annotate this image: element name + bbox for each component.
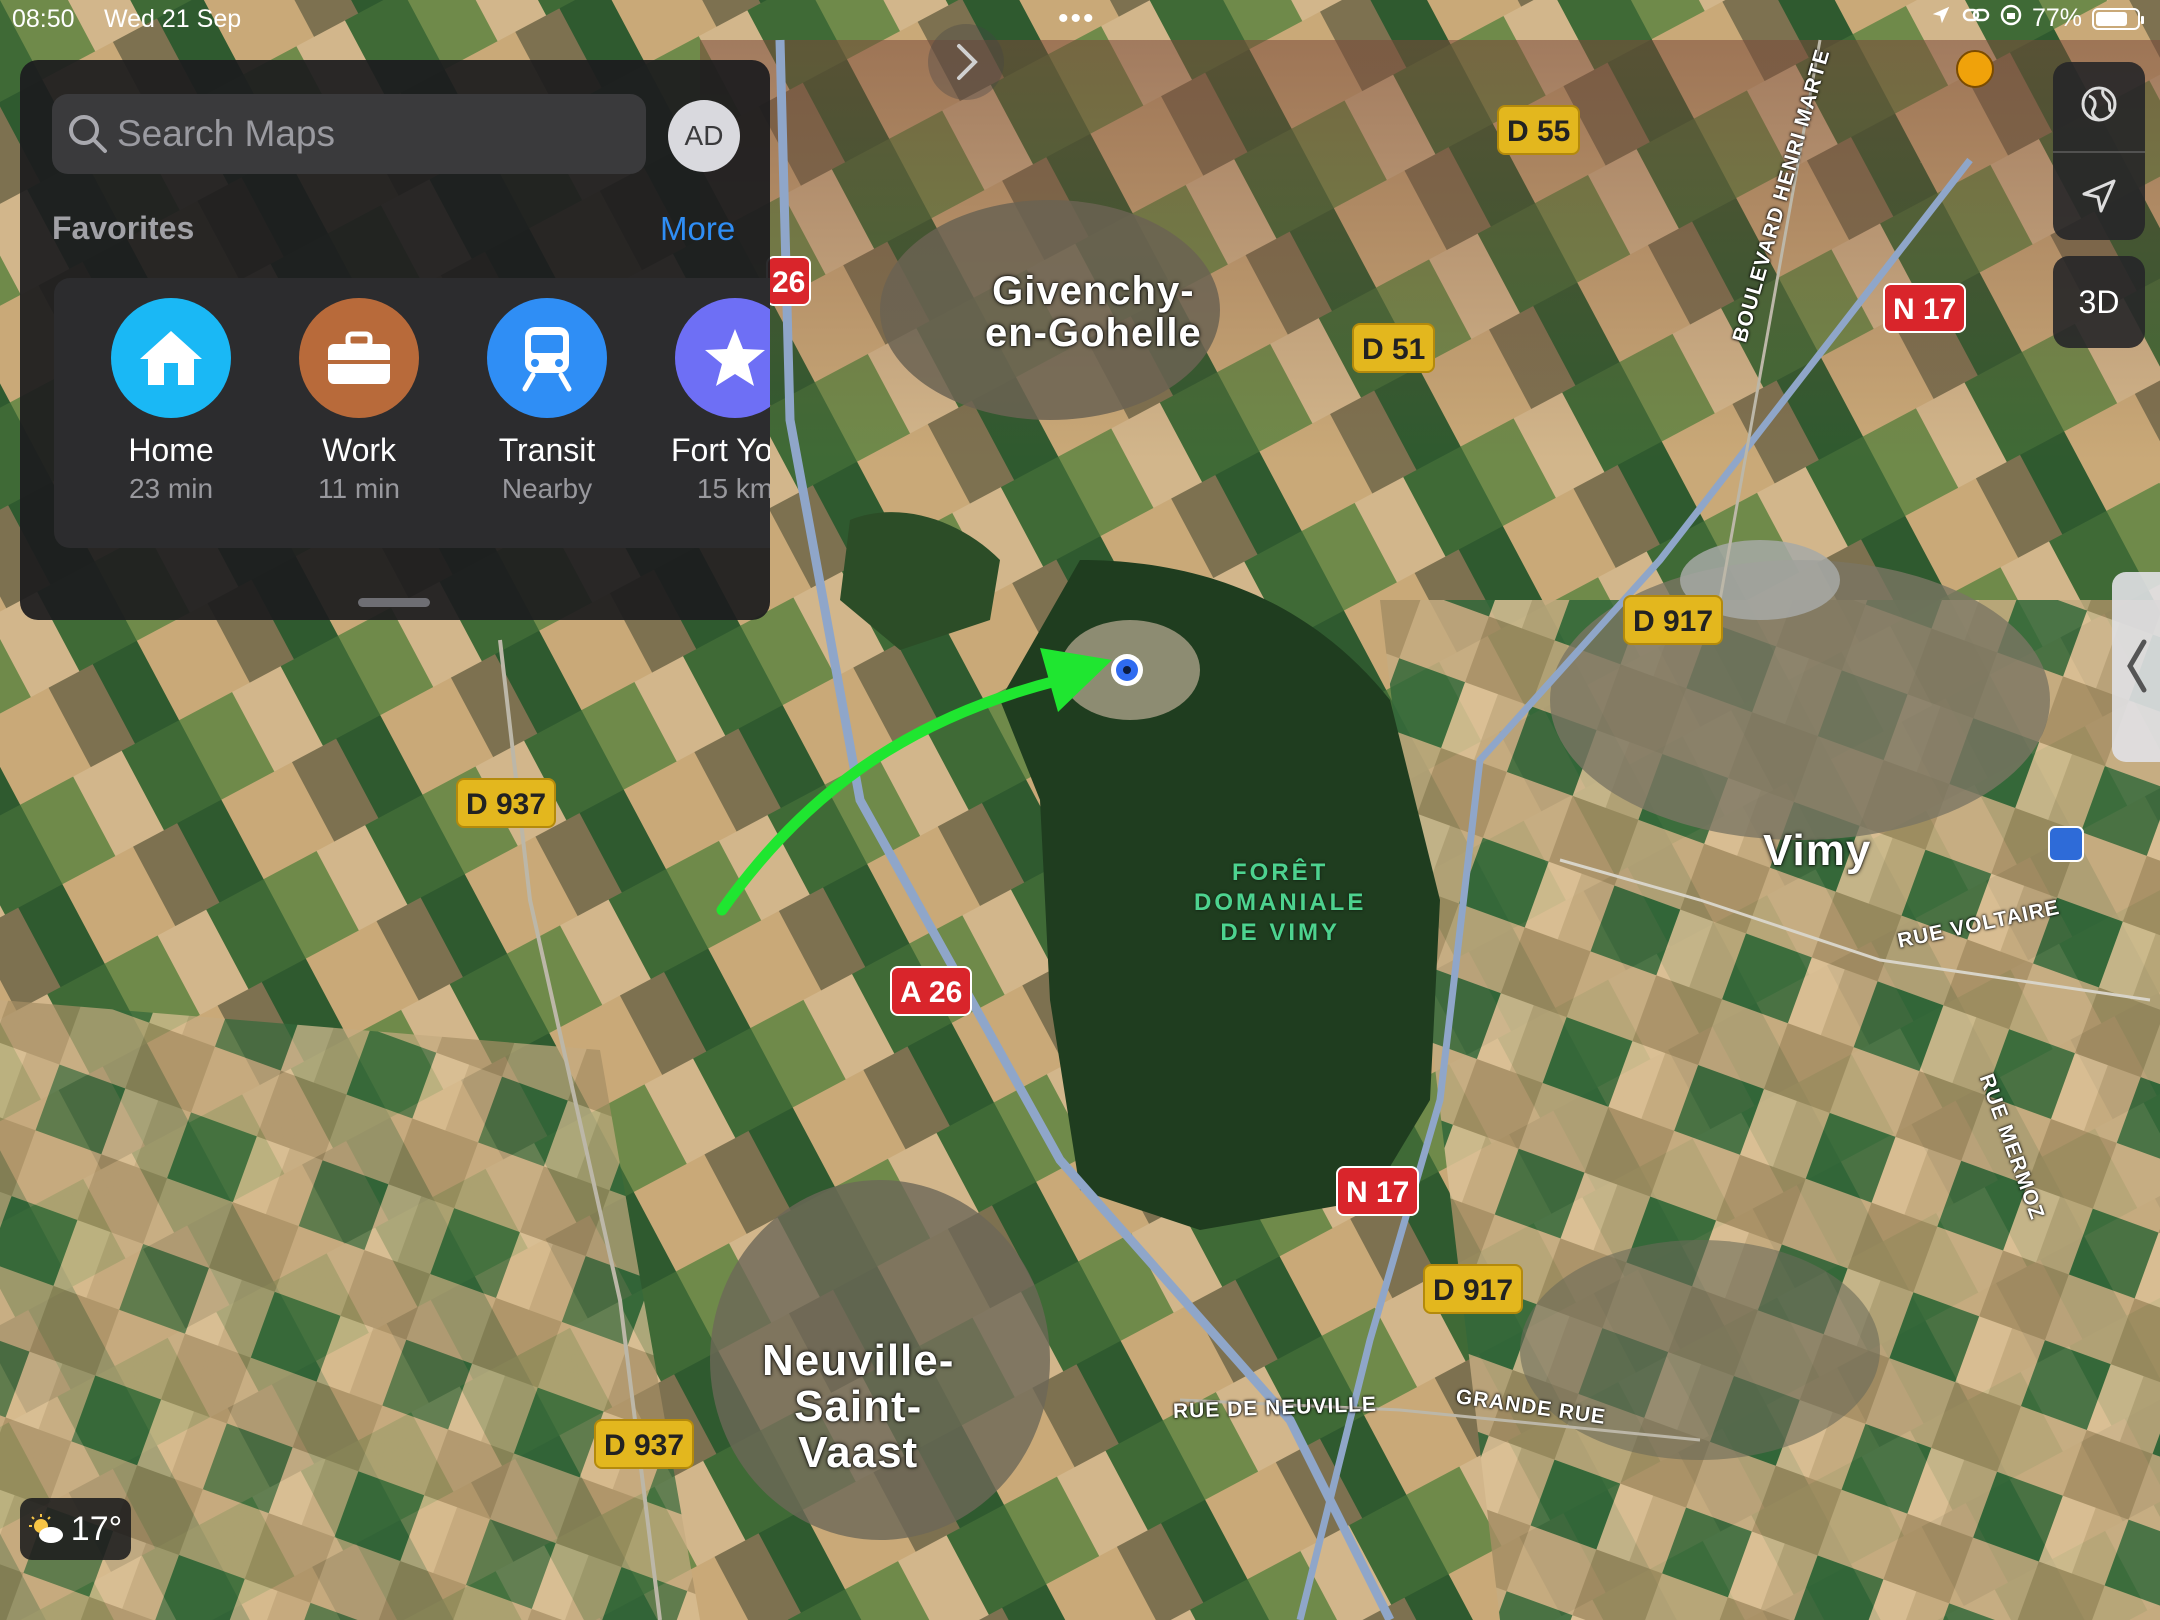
star-icon xyxy=(675,298,770,418)
status-time: 08:50 xyxy=(12,5,75,33)
poi-briefcase-icon[interactable] xyxy=(1956,50,1994,88)
3d-toggle-button[interactable]: 3D xyxy=(2053,256,2145,348)
road-shield-d55[interactable]: D 55 xyxy=(1497,105,1581,155)
road-shield-d937[interactable]: D 937 xyxy=(456,778,557,828)
location-arrow-icon[interactable] xyxy=(2079,176,2119,216)
multitasking-dots[interactable]: ••• xyxy=(1058,2,1096,36)
place-label-vimy[interactable]: Vimy xyxy=(1763,826,1872,875)
favorite-name: Work xyxy=(321,432,397,468)
chevron-right-icon xyxy=(957,44,978,80)
account-avatar[interactable]: AD xyxy=(668,100,740,172)
favorite-subtitle: 23 min xyxy=(128,473,214,504)
place-label-line: Vaast xyxy=(798,1428,919,1478)
road-shield-d917[interactable]: D 917 xyxy=(1423,1264,1524,1314)
favorites-title: Favorites xyxy=(52,210,195,246)
place-label-line: Vimy xyxy=(1763,826,1872,875)
briefcase-icon xyxy=(299,298,419,418)
toggle-sidebar-button[interactable] xyxy=(928,24,1004,100)
favorite-fort-york[interactable]: Fort York 15 km xyxy=(640,298,770,505)
favorite-transit[interactable]: Transit Nearby xyxy=(452,298,642,505)
house-icon xyxy=(111,298,231,418)
battery-icon xyxy=(2092,7,2144,30)
road-shield-n17[interactable]: N 17 xyxy=(1336,1166,1420,1216)
favorite-name: Transit xyxy=(498,432,596,468)
status-bar: 08:50 Wed 21 Sep ••• 77% xyxy=(0,0,2160,42)
weather-badge[interactable]: 17° xyxy=(20,1498,131,1560)
forest-label-line: DOMANIALE xyxy=(1194,889,1367,916)
place-label-line: Givenchy- xyxy=(992,269,1195,313)
chevron-left-icon xyxy=(2127,639,2147,693)
road-shield-n17[interactable]: N 17 xyxy=(1883,283,1967,333)
favorite-subtitle: 15 km xyxy=(696,473,770,504)
weather-temperature: 17° xyxy=(70,1509,123,1548)
forest-label[interactable]: FORÊT DOMANIALE DE VIMY xyxy=(1194,858,1366,948)
road-shield-a26[interactable]: A 26 xyxy=(890,966,973,1016)
road-shield-d51[interactable]: D 51 xyxy=(1352,323,1436,373)
favorite-name: Home xyxy=(128,432,214,468)
globe-icon[interactable] xyxy=(2079,84,2119,124)
train-icon xyxy=(487,298,607,418)
favorites-row: Home 23 min Work 11 min Transit Nearby F… xyxy=(54,278,770,548)
place-label-givenchy[interactable]: Givenchy- en-Gohelle xyxy=(985,270,1202,354)
side-panel-handle[interactable] xyxy=(2112,572,2160,762)
place-label-neuville[interactable]: Neuville- Saint- Vaast xyxy=(762,1336,955,1478)
favorite-home[interactable]: Home 23 min xyxy=(76,298,266,505)
search-panel: Search Maps AD Favorites More Home 23 mi… xyxy=(20,60,770,620)
partly-sunny-icon xyxy=(28,1514,63,1543)
forest-label-line: DE VIMY xyxy=(1220,919,1340,946)
favorite-name: Fort York xyxy=(670,432,770,468)
panel-grabber[interactable] xyxy=(358,598,430,607)
search-input[interactable]: Search Maps xyxy=(117,94,335,174)
road-shield-d937[interactable]: D 937 xyxy=(594,1419,695,1469)
favorites-more-link[interactable]: More xyxy=(660,210,735,248)
bus-stop-icon[interactable] xyxy=(2048,826,2084,862)
status-right: 77% xyxy=(1930,4,2144,33)
favorite-subtitle: Nearby xyxy=(501,473,593,504)
search-field[interactable]: Search Maps xyxy=(52,94,646,174)
search-icon xyxy=(69,115,107,153)
status-date: Wed 21 Sep xyxy=(104,5,242,33)
favorite-work[interactable]: Work 11 min xyxy=(264,298,454,505)
favorite-subtitle: 11 min xyxy=(318,473,400,504)
place-label-line: Saint- xyxy=(794,1382,923,1432)
place-label-line: en-Gohelle xyxy=(985,311,1202,355)
current-location-marker[interactable] xyxy=(1111,654,1143,686)
map-controls xyxy=(2053,62,2145,240)
location-services-icon xyxy=(1930,4,1952,33)
battery-percent: 77% xyxy=(2031,4,2082,32)
link-icon xyxy=(1962,4,1990,33)
orientation-lock-icon xyxy=(2000,4,2022,33)
road-shield-a26[interactable]: 26 xyxy=(766,256,812,306)
forest-label-line: FORÊT xyxy=(1232,859,1329,886)
place-label-line: Neuville- xyxy=(762,1336,955,1385)
road-shield-d917[interactable]: D 917 xyxy=(1623,595,1724,645)
control-divider xyxy=(2053,151,2145,153)
